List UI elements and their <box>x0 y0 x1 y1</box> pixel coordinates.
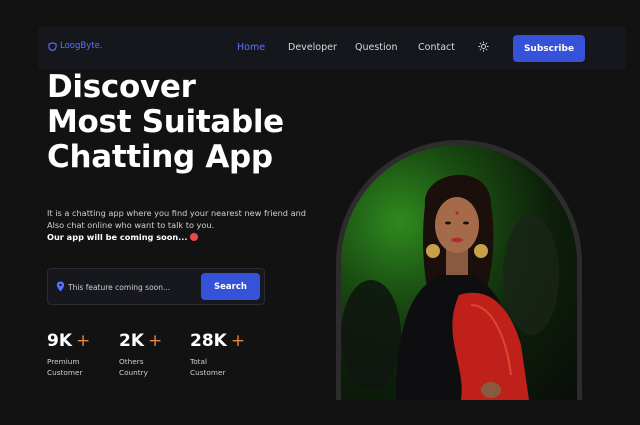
nav-link-contact[interactable]: Contact <box>418 42 455 53</box>
stat-number: 2K <box>119 331 145 351</box>
hero-title-line: Discover <box>47 69 196 105</box>
nav-link-home[interactable]: Home <box>237 42 265 53</box>
stat-label: Total Customer <box>190 356 245 378</box>
heart-eyes-emoji-icon <box>189 233 198 241</box>
logo-text: LoogByte. <box>60 41 103 51</box>
stat-plus: + <box>148 331 163 351</box>
subscribe-button[interactable]: Subscribe <box>513 35 585 62</box>
stat-value: 9K + <box>47 330 90 352</box>
coming-soon-line: Our app will be coming soon... <box>47 231 317 243</box>
stat-label-line: Others <box>119 357 144 366</box>
nav-link-developer[interactable]: Developer <box>288 42 337 53</box>
shield-icon <box>48 41 57 51</box>
stat-label-line: Total <box>190 357 208 366</box>
hero-title: Discover Most Suitable Chatting App <box>47 70 284 175</box>
sun-icon[interactable] <box>478 41 489 52</box>
stat-value: 28K + <box>190 330 245 352</box>
logo[interactable]: LoogByte. <box>48 41 103 51</box>
nav-link-question[interactable]: Question <box>355 42 398 53</box>
description-text: It is a chatting app where you find your… <box>47 208 306 230</box>
stat-label-line: Customer <box>47 368 83 377</box>
stat-number: 28K <box>190 331 227 351</box>
stat-number: 9K <box>47 331 73 351</box>
coming-soon-text: Our app will be coming soon... <box>47 232 188 242</box>
hero-title-line: Most Suitable <box>47 104 284 140</box>
woman-portrait-illustration <box>341 174 559 400</box>
stat-plus: + <box>76 331 91 351</box>
stat-label-line: Customer <box>190 368 226 377</box>
hero-photo <box>341 145 577 400</box>
search-input[interactable] <box>68 280 198 294</box>
navbar: LoogByte. Home Developer Question Contac… <box>38 27 626 69</box>
stat-label-line: Country <box>119 368 148 377</box>
hero-title-line: Chatting App <box>47 139 273 175</box>
stat-others-country: 2K + Others Country <box>119 330 162 378</box>
stat-total-customer: 28K + Total Customer <box>190 330 245 378</box>
stat-premium-customer: 9K + Premium Customer <box>47 330 90 378</box>
stat-plus: + <box>230 331 246 351</box>
location-pin-icon <box>56 281 65 292</box>
stat-label: Premium Customer <box>47 356 90 378</box>
stat-label-line: Premium <box>47 357 80 366</box>
stat-value: 2K + <box>119 330 162 352</box>
hero-description: It is a chatting app where you find your… <box>47 207 317 243</box>
search-button[interactable]: Search <box>201 273 260 300</box>
search-bar: Search <box>47 268 265 305</box>
hero-photo-frame <box>336 140 582 400</box>
stat-label: Others Country <box>119 356 162 378</box>
